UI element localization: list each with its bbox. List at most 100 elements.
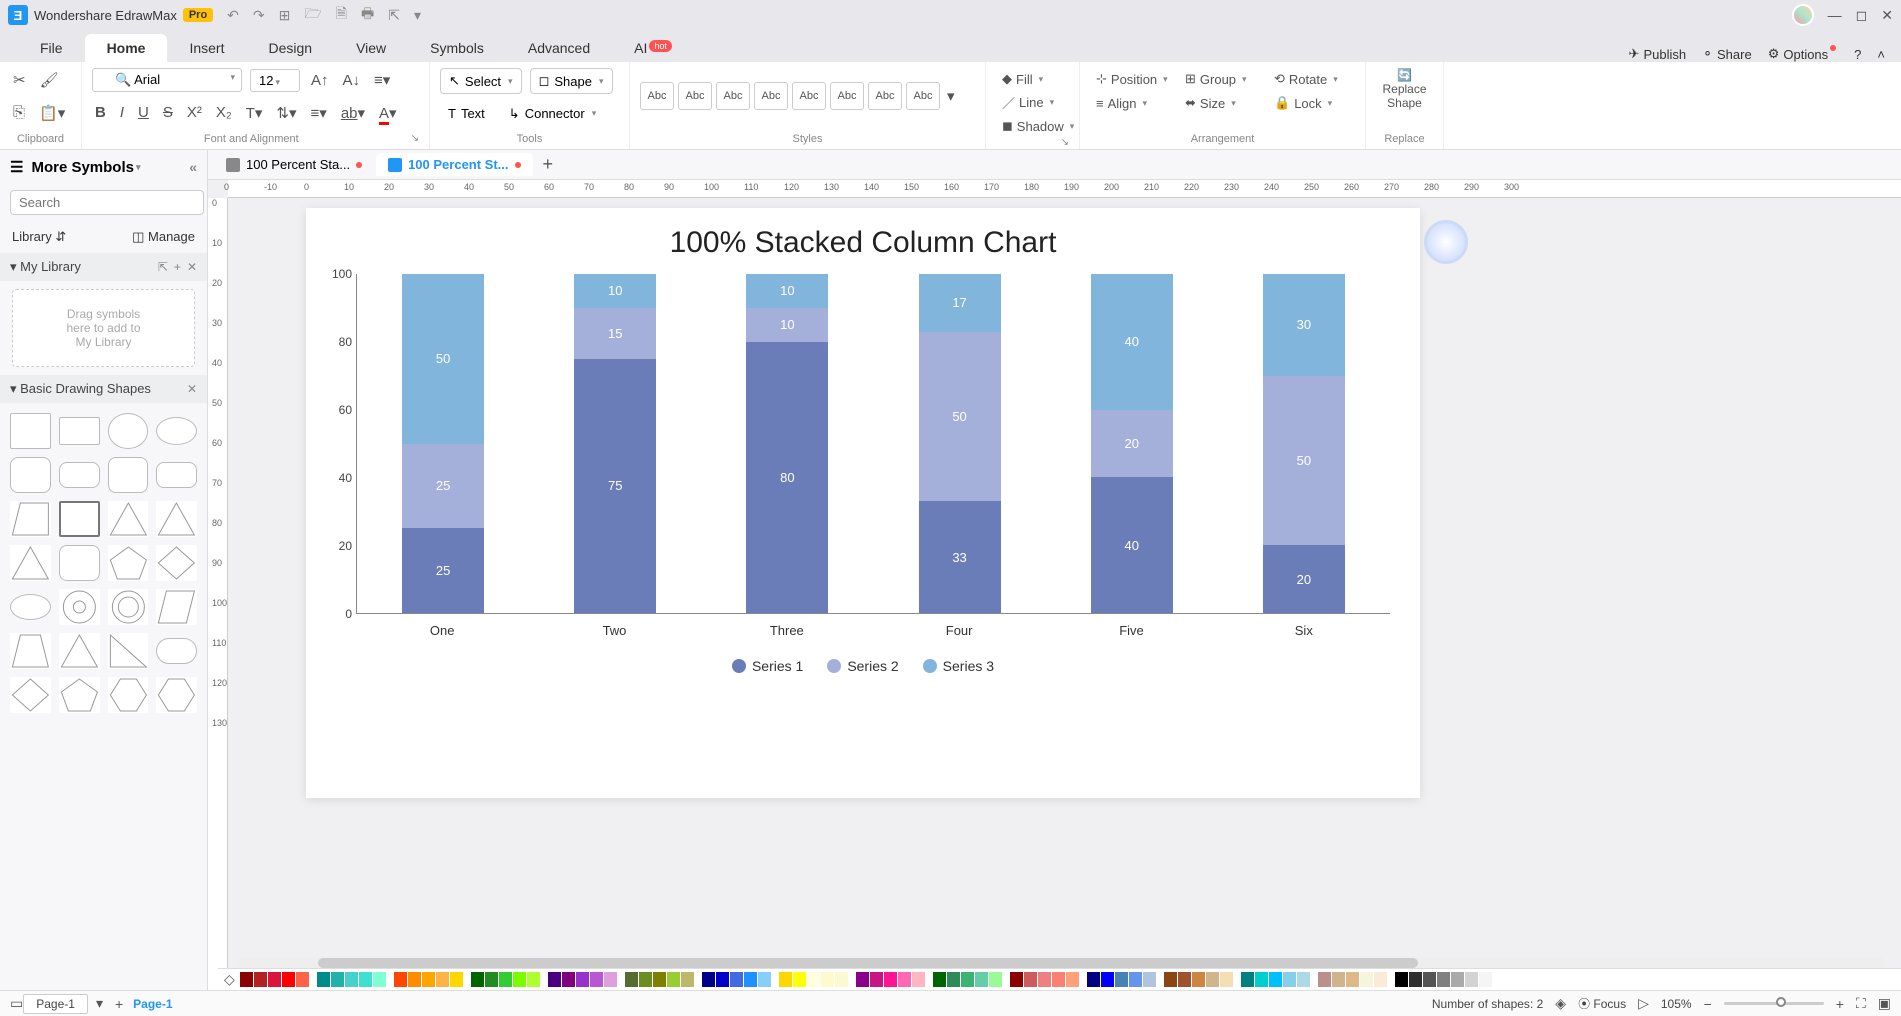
cut-icon[interactable]: ✂ (10, 68, 29, 92)
shape-rounded-square[interactable] (10, 457, 51, 493)
color-swatch[interactable] (1129, 972, 1142, 987)
line-button[interactable]: ／ Line▾ (996, 90, 1069, 115)
style-thumb[interactable]: Abc (678, 82, 712, 110)
color-swatch[interactable] (1206, 972, 1219, 987)
color-swatch[interactable] (590, 972, 603, 987)
style-thumb[interactable]: Abc (640, 82, 674, 110)
color-swatch[interactable] (898, 972, 911, 987)
color-swatch[interactable] (317, 972, 330, 987)
shape-circle[interactable] (108, 413, 149, 449)
color-swatch[interactable] (1332, 972, 1345, 987)
styles-more-icon[interactable]: ▾ (944, 84, 958, 108)
basic-shapes-toggle[interactable]: ▾ Basic Drawing Shapes (10, 381, 151, 397)
undo-icon[interactable]: ↶ (227, 7, 239, 24)
rotate-button[interactable]: ⟲ Rotate▾ (1268, 68, 1355, 90)
style-thumb[interactable]: Abc (830, 82, 864, 110)
color-swatch[interactable] (961, 972, 974, 987)
color-swatch[interactable] (436, 972, 449, 987)
color-swatch[interactable] (513, 972, 526, 987)
mylib-add-icon[interactable]: + (174, 260, 181, 274)
chart[interactable]: 020406080100 252550751510801010335017402… (356, 274, 1390, 654)
color-swatch[interactable] (1451, 972, 1464, 987)
text-tool-button[interactable]: T Text (440, 102, 493, 125)
color-swatch[interactable] (268, 972, 281, 987)
tab-file[interactable]: File (18, 34, 85, 62)
superscript-icon[interactable]: X² (184, 101, 205, 124)
maximize-icon[interactable]: ◻ (1856, 7, 1868, 24)
color-swatch[interactable] (604, 972, 617, 987)
color-swatch[interactable] (625, 972, 638, 987)
mylib-export-icon[interactable]: ⇱ (158, 260, 168, 274)
color-swatch[interactable] (1241, 972, 1254, 987)
basic-shapes-close-icon[interactable]: ✕ (187, 382, 197, 396)
tab-ai[interactable]: AIhot (612, 34, 694, 62)
shape-right-triangle[interactable] (108, 633, 149, 669)
collapse-sidebar-icon[interactable]: « (189, 159, 197, 175)
tab-design[interactable]: Design (246, 34, 334, 62)
style-thumb[interactable]: Abc (716, 82, 750, 110)
color-swatch[interactable] (1010, 972, 1023, 987)
paint-bucket-icon[interactable]: ◇ (224, 971, 235, 988)
format-painter-icon[interactable]: 🖌 (37, 68, 62, 92)
subscript-icon[interactable]: X₂ (213, 101, 235, 124)
color-swatch[interactable] (1192, 972, 1205, 987)
style-thumb[interactable]: Abc (754, 82, 788, 110)
font-size-select[interactable]: 12▾ (250, 69, 300, 92)
share-button[interactable]: ⚬ Share (1702, 46, 1752, 62)
color-swatch[interactable] (1087, 972, 1100, 987)
color-swatch[interactable] (548, 972, 561, 987)
page[interactable]: 100% Stacked Column Chart 020406080100 2… (306, 208, 1420, 798)
hamburger-icon[interactable]: ☰ (10, 158, 23, 176)
color-swatch[interactable] (359, 972, 372, 987)
shadow-button[interactable]: ◼ Shadow▾ (996, 115, 1069, 137)
color-swatch[interactable] (681, 972, 694, 987)
bullets-icon[interactable]: ≡▾ (308, 101, 330, 125)
shape-parallelogram[interactable] (156, 589, 197, 625)
group-button[interactable]: ⊞ Group▾ (1179, 68, 1266, 90)
shape-oval[interactable] (10, 594, 51, 620)
symbol-search-input[interactable] (10, 190, 204, 215)
new-icon[interactable]: ⊞ (279, 7, 291, 24)
pages-panel-icon[interactable]: ▭ (10, 995, 23, 1012)
publish-button[interactable]: ✈ Publish (1629, 46, 1687, 62)
redo-icon[interactable]: ↷ (253, 7, 265, 24)
color-swatch[interactable] (485, 972, 498, 987)
color-swatch[interactable] (1038, 972, 1051, 987)
underline-icon[interactable]: U (135, 101, 152, 124)
zoom-in-icon[interactable]: + (1836, 996, 1844, 1012)
color-swatch[interactable] (1178, 972, 1191, 987)
color-swatch[interactable] (1101, 972, 1114, 987)
color-swatch[interactable] (807, 972, 820, 987)
color-swatch[interactable] (562, 972, 575, 987)
font-family-select[interactable]: 🔍 Arial▾ (92, 68, 242, 92)
shape-diamond-2[interactable] (10, 677, 51, 713)
color-swatch[interactable] (779, 972, 792, 987)
font-launcher-icon[interactable]: ↘ (411, 133, 419, 144)
color-swatch[interactable] (296, 972, 309, 987)
help-icon[interactable]: ? (1854, 47, 1861, 62)
color-swatch[interactable] (527, 972, 540, 987)
shape-ring[interactable] (108, 589, 149, 625)
bar-Five[interactable]: 402040 (1091, 274, 1173, 613)
shape-donut[interactable] (59, 589, 100, 625)
library-dropdown[interactable]: Library ⇵ (12, 229, 66, 245)
paste-icon[interactable]: 📋▾ (36, 101, 68, 125)
shape-rounded-rect-2[interactable] (108, 457, 149, 493)
minimize-icon[interactable]: — (1828, 7, 1842, 23)
color-swatch[interactable] (1465, 972, 1478, 987)
color-swatch[interactable] (1297, 972, 1310, 987)
page-tab[interactable]: Page-1 (23, 994, 88, 1014)
align-button[interactable]: ≡ Align▾ (1090, 92, 1177, 114)
mylib-close-icon[interactable]: ✕ (187, 260, 197, 274)
shape-square[interactable] (10, 413, 51, 449)
export-icon[interactable]: ⇱ (388, 7, 400, 24)
tab-view[interactable]: View (334, 34, 408, 62)
shape-hexagon[interactable] (59, 545, 100, 581)
color-swatch[interactable] (1395, 972, 1408, 987)
tab-symbols[interactable]: Symbols (408, 34, 506, 62)
color-swatch[interactable] (912, 972, 925, 987)
color-swatch[interactable] (1437, 972, 1450, 987)
shape-triangle-2[interactable] (156, 501, 197, 537)
doc-tab-2[interactable]: 100 Percent St... (376, 153, 532, 176)
select-tool-button[interactable]: ↖ Select▾ (440, 68, 522, 94)
